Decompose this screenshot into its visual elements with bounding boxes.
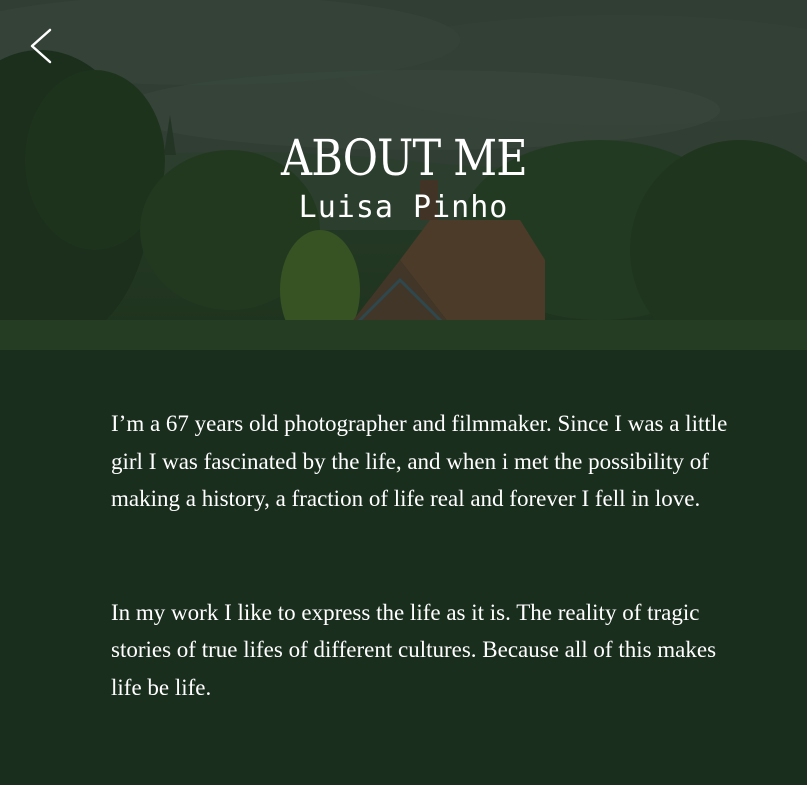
page-subtitle: Luisa Pinho: [298, 190, 509, 225]
about-page: ABOUT ME Luisa Pinho I’m a 67 years old …: [0, 0, 807, 785]
chevron-left-icon: [30, 28, 52, 64]
hero-banner: ABOUT ME Luisa Pinho: [0, 0, 807, 350]
back-button[interactable]: [24, 26, 60, 66]
bio-content: I’m a 67 years old photographer and film…: [111, 405, 741, 706]
title-block: ABOUT ME Luisa Pinho: [0, 128, 807, 226]
page-title: ABOUT ME: [280, 129, 528, 187]
bio-paragraph: I’m a 67 years old photographer and film…: [111, 411, 728, 511]
bio-paragraph: In my work I like to express the life as…: [111, 599, 717, 700]
